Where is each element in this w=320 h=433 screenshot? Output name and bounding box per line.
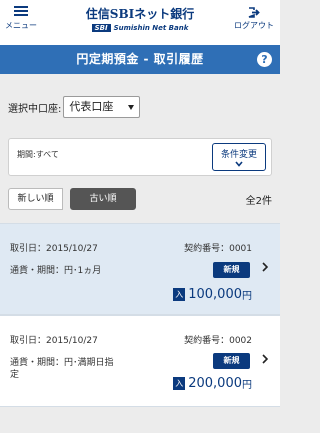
total-count: 全2件 (245, 196, 272, 207)
amount-unit: 円 (242, 291, 252, 302)
chevron-down-icon (235, 161, 243, 167)
sort-controls: 新しい順 古い順 全2件 (8, 188, 272, 210)
transaction-card[interactable]: 取引日：2015/10/27 契約番号：0001 通貨・期間：円･1ヵ月 新規 … (0, 223, 280, 315)
logout-label: ログアウト (234, 21, 274, 30)
logo-sub-text: SBI Sumishin Net Bank (70, 24, 210, 32)
status-badge: 新規 (213, 262, 250, 278)
account-selector-row: 選択中口座: 代表口座 (8, 96, 141, 118)
bank-logo[interactable]: 住信SBIネット銀行 SBI Sumishin Net Bank (70, 5, 210, 32)
top-bar: メニュー 住信SBIネット銀行 SBI Sumishin Net Bank ログア… (0, 0, 280, 45)
logo-english-name: Sumishin Net Bank (113, 24, 189, 32)
chevron-right-icon (262, 354, 268, 364)
hamburger-icon (14, 6, 28, 17)
account-select-value: 代表口座 (69, 100, 114, 113)
deposit-in-icon: 入 (173, 377, 186, 390)
logo-main-text: 住信SBIネット銀行 (85, 7, 195, 21)
contract-number: 契約番号：0002 (184, 336, 252, 346)
chevron-right-icon (262, 262, 268, 272)
change-conditions-label: 条件変更 (220, 150, 257, 160)
filter-panel: 期間:すべて 条件変更 (8, 138, 272, 176)
change-conditions-button[interactable]: 条件変更 (212, 143, 266, 171)
logout-button[interactable]: ログアウト (234, 7, 274, 31)
menu-label: メニュー (5, 21, 37, 30)
title-bar: 円定期預金 - 取引履歴 ? (0, 45, 280, 74)
amount-row: 入 200,000 円 (173, 376, 252, 391)
status-badge: 新規 (213, 353, 250, 369)
amount-unit: 円 (242, 380, 252, 391)
account-label: 選択中口座: (8, 103, 62, 115)
period-filter-text: 期間:すべて (17, 150, 59, 159)
dropdown-arrow-icon (128, 105, 135, 110)
transaction-date: 取引日：2015/10/27 (10, 244, 98, 254)
sort-newest-button[interactable]: 新しい順 (8, 188, 63, 210)
amount-row: 入 100,000 円 (173, 287, 252, 302)
deposit-in-icon: 入 (173, 288, 186, 301)
help-icon[interactable]: ? (257, 52, 272, 67)
transaction-card[interactable]: 取引日：2015/10/27 契約番号：0002 通貨・期間：円･満期日指定 新… (0, 315, 280, 407)
currency-period: 通貨・期間：円･満期日指定 (10, 358, 114, 380)
amount-value: 200,000 (188, 376, 242, 391)
contract-number: 契約番号：0001 (184, 244, 252, 254)
amount-value: 100,000 (188, 287, 242, 302)
menu-button[interactable]: メニュー (4, 6, 38, 31)
logout-icon (248, 7, 260, 18)
sort-oldest-button[interactable]: 古い順 (70, 188, 136, 210)
logo-sbi-mark: SBI (91, 24, 111, 32)
page-title: 円定期預金 - 取引履歴 (76, 52, 204, 66)
transaction-date: 取引日：2015/10/27 (10, 336, 98, 346)
account-select[interactable]: 代表口座 (63, 96, 141, 118)
currency-period: 通貨・期間：円･1ヵ月 (10, 266, 102, 276)
